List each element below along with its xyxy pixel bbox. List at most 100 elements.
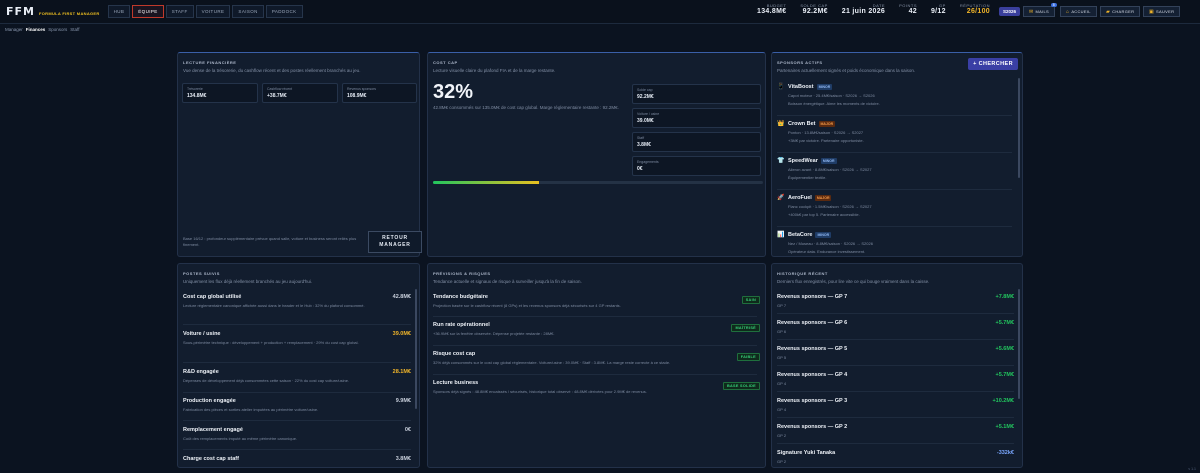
forecast-row: Run rate opérationnel +36.9M€ sur la fenê…	[433, 322, 760, 336]
panel-title: LECTURE FINANCIÈRE	[183, 60, 237, 65]
search-sponsor-button[interactable]: + CHERCHER	[968, 58, 1018, 70]
sponsor-name: BetaCore	[788, 231, 813, 238]
cashflow-box: Cashflow récent +38.7M€	[262, 83, 338, 103]
divider	[777, 365, 1014, 366]
sponsor-item[interactable]: 📱 VitaBoost MINOR Capot moteur · 25.4M€/sa…	[777, 83, 880, 106]
box-label: Revenus sponsors	[347, 87, 376, 91]
history-row: Revenus sponsors — GP 7 GP 7 +7.8M€	[777, 294, 1014, 309]
tab-staff[interactable]: STAFF	[165, 5, 194, 18]
sponsors-scrollbar[interactable]	[1018, 78, 1020, 178]
divider	[777, 313, 1014, 314]
stat-value: 26/100	[966, 8, 990, 15]
divider	[183, 362, 411, 363]
post-row: Voiture / usine Sous-périmètre technique …	[183, 331, 411, 346]
stat-value: 21 juin 2026	[841, 8, 886, 15]
sponsor-item[interactable]: 🚀 AeroFuel MAJOR Flanc cockpit · 1.5M€/sai…	[777, 194, 872, 217]
posts-scrollbar[interactable]	[415, 289, 417, 409]
posts-panel: POSTES SUIVIS Uniquement les flux déjà r…	[177, 263, 420, 468]
history-scrollbar[interactable]	[1018, 289, 1020, 399]
subnav-finances[interactable]: Finances	[26, 27, 46, 32]
row-title: Run rate opérationnel	[433, 322, 490, 328]
sponsor-item[interactable]: 👕 SpeedWear MINOR Aileron avant · 8.8M€/sa…	[777, 157, 872, 180]
divider	[777, 115, 1012, 116]
logo-mark: FFM	[6, 5, 35, 18]
tab-hub[interactable]: HUB	[107, 5, 131, 18]
subnav-sponsors[interactable]: Sponsors	[48, 27, 67, 32]
row-title: Remplacement engagé	[183, 427, 243, 433]
row-title: Signature Yuki Tanaka	[777, 450, 836, 456]
subnav-manager[interactable]: Manager	[5, 27, 23, 32]
box-label: Cashflow récent	[267, 87, 293, 91]
top-bar: FFM FORMULA FIRST MANAGER HUB ÉQUIPE STA…	[0, 0, 1200, 24]
box-value: +38.7M€	[267, 93, 287, 99]
row-amount: 42.8M€	[392, 294, 411, 300]
row-desc: 32% déjà consommés sur le cost cap globa…	[433, 360, 671, 365]
box-label: Solde cap	[637, 88, 653, 92]
status-badge: SAIN	[741, 296, 760, 304]
app-logo[interactable]: FFM FORMULA FIRST MANAGER	[6, 5, 100, 18]
box-label: Engagements	[637, 160, 659, 164]
sponsor-note: Boisson énergétique. Aime les moments de…	[788, 101, 880, 106]
row-amount: 9.9M€	[395, 398, 411, 404]
panel-desc: Derniers flux enregistrés, pour lire vit…	[777, 279, 930, 284]
row-amount: +5.7M€	[995, 372, 1015, 378]
tab-paddock[interactable]: PADDOCK	[265, 5, 303, 18]
sponsor-name: SpeedWear	[788, 157, 818, 164]
history-row: Revenus sponsors — GP 3 GP 4 +10.2M€	[777, 398, 1014, 413]
sub-nav: Manager Finances Sponsors Staff	[5, 27, 79, 32]
sponsor-terms: Capot moteur · 25.4M€/saison · S2026 → S…	[788, 93, 875, 98]
retour-manager-button[interactable]: RETOUR MANAGER	[368, 231, 422, 253]
box-value: 134.8M€	[187, 93, 207, 99]
row-desc: GP 2	[777, 459, 787, 464]
cost-cap-progress	[433, 181, 763, 184]
row-title: Revenus sponsors — GP 5	[777, 346, 848, 352]
tab-saison[interactable]: SAISON	[232, 5, 264, 18]
divider	[777, 189, 1012, 190]
post-row: Production engagée Fabrication des pièces…	[183, 398, 411, 413]
history-row: Revenus sponsors — GP 2 GP 2 +5.1M€	[777, 424, 1014, 439]
sponsor-revenue-box: Revenus sponsors 108.9M€	[342, 83, 417, 103]
sponsor-note: +3M€ par victoire. Partenaire opportunis…	[788, 138, 864, 143]
mails-count-badge: 8	[1050, 3, 1058, 7]
post-row: Remplacement engagé Coût des remplacement…	[183, 427, 411, 442]
charger-button[interactable]: ▰ CHARGER	[1100, 6, 1141, 17]
charger-label: CHARGER	[1112, 9, 1135, 14]
accueil-button[interactable]: ⌂ ACCUEIL	[1060, 6, 1097, 17]
row-amount: +5.1M€	[995, 424, 1015, 430]
header-stats: BUDGET 134.8M€ SOLDE CAP 92.2M€ DATE 21 jui…	[757, 3, 990, 15]
sponsor-item[interactable]: 👑 Crown Bet MAJOR Ponton · 13.8M€/saison ·…	[777, 120, 864, 143]
divider	[433, 316, 757, 317]
divider	[433, 374, 757, 375]
cost-cap-panel: COST CAP Lecture visuelle claire du plaf…	[427, 52, 766, 257]
row-amount: +5.7M€	[995, 320, 1015, 326]
row-desc: GP 4	[777, 381, 787, 386]
row-amount: 39.0M€	[392, 331, 411, 337]
box-value: 3.8M€	[637, 142, 651, 148]
mails-button[interactable]: ✉ MAILS 8	[1023, 3, 1058, 17]
sponsor-name: Crown Bet	[788, 120, 816, 127]
row-amount: 3.8M€	[395, 456, 411, 462]
sponsor-item[interactable]: 📊 BetaCore MINOR Nez / Museau · 8.8M€/sais…	[777, 231, 873, 254]
tab-voiture[interactable]: VOITURE	[195, 5, 231, 18]
box-value: 108.9M€	[347, 93, 367, 99]
box-label: Staff	[637, 136, 645, 140]
tab-equipe[interactable]: ÉQUIPE	[132, 5, 164, 18]
tier-badge: MAJOR	[814, 194, 832, 201]
row-desc: Fabrication des pièces et sorties atelie…	[183, 407, 319, 412]
status-badge: MAÎTRISÉ	[731, 324, 760, 332]
shirt-icon: 👕	[777, 158, 785, 164]
row-desc: Sous-périmètre technique : développement…	[183, 340, 359, 345]
row-title: R&D engagée	[183, 369, 219, 375]
sponsors-panel: SPONSORS ACTIFS Partenaires actuellement…	[771, 52, 1023, 257]
forecast-row: Lecture business Sponsors déjà signés : 4…	[433, 380, 760, 394]
subnav-staff[interactable]: Staff	[70, 27, 79, 32]
stat-value: 9/12	[930, 8, 946, 15]
row-title: Charge cost cap staff	[183, 456, 239, 462]
sauver-button[interactable]: ▣ SAUVER	[1143, 6, 1181, 17]
row-desc: GP 4	[777, 407, 787, 412]
sponsor-terms: Flanc cockpit · 1.5M€/saison · S2026 → S…	[788, 204, 872, 209]
stat-points: POINTS 42	[899, 3, 917, 15]
stat-value: 42	[908, 8, 917, 15]
sponsor-note: +400k€ par top 5. Partenaire accessible.	[788, 212, 860, 217]
sponsor-name: AeroFuel	[788, 194, 812, 201]
